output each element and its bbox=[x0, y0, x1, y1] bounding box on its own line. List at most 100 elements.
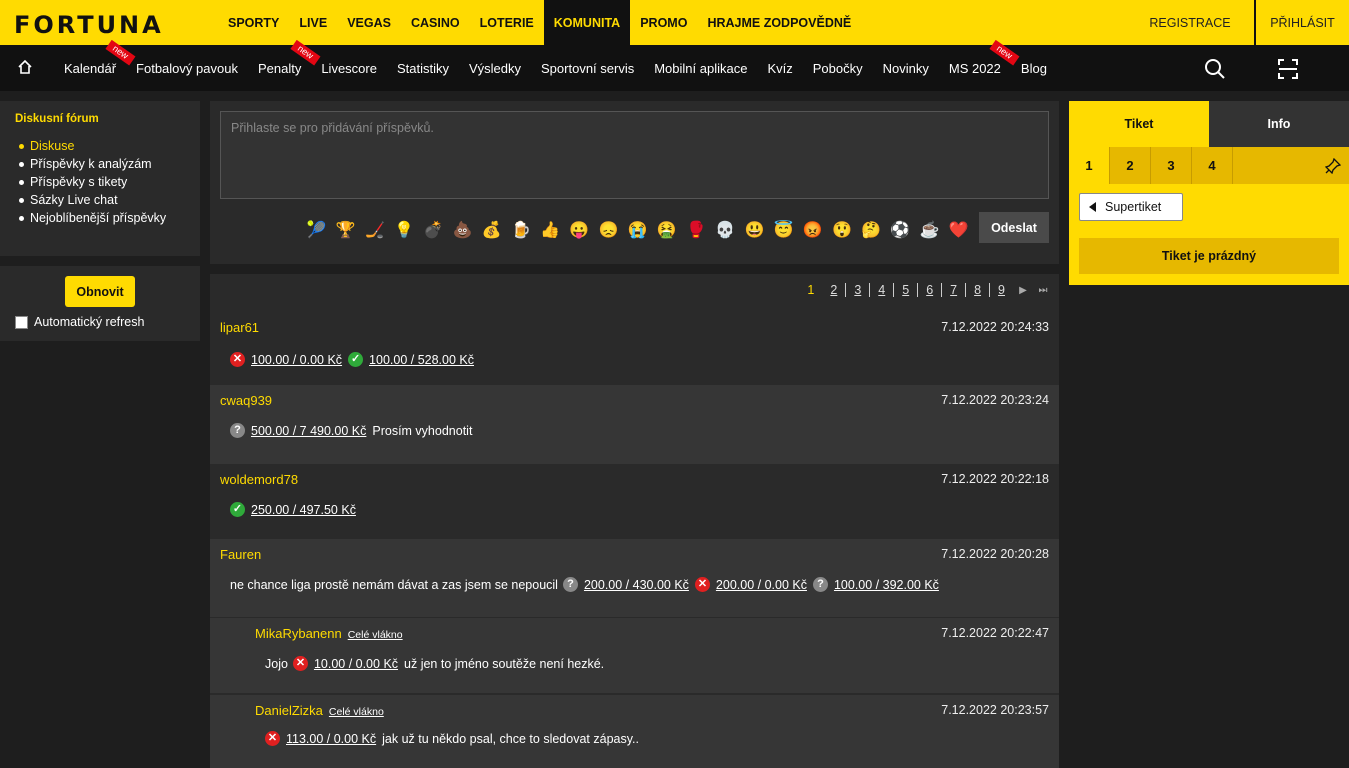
page-5[interactable]: 5 bbox=[894, 283, 919, 297]
ticket-slot-3[interactable]: 3 bbox=[1151, 147, 1192, 184]
search-icon[interactable] bbox=[1203, 57, 1227, 81]
forum-item-analyzy[interactable]: Příspěvky k analýzám bbox=[15, 155, 185, 173]
nav-vegas[interactable]: VEGAS bbox=[337, 0, 401, 45]
nav-casino[interactable]: CASINO bbox=[401, 0, 470, 45]
subnav-kalendar[interactable]: Kalendář new bbox=[54, 39, 135, 91]
emoji-tongue[interactable]: 😛 bbox=[565, 221, 594, 241]
ticket-slot-4[interactable]: 4 bbox=[1192, 147, 1233, 184]
page-4[interactable]: 4 bbox=[870, 283, 895, 297]
emoji-smile[interactable]: 😃 bbox=[740, 221, 769, 241]
emoji-vomit[interactable]: 🤮 bbox=[652, 221, 681, 241]
subnav-mobilni-aplikace[interactable]: Mobilní aplikace bbox=[644, 45, 757, 91]
ticket-link[interactable]: 200.00 / 430.00 Kč bbox=[584, 578, 689, 592]
ticket-link[interactable]: 100.00 / 528.00 Kč bbox=[369, 353, 474, 367]
subnav-ms-2022[interactable]: MS 2022 new bbox=[939, 39, 1020, 91]
page-6[interactable]: 6 bbox=[918, 283, 943, 297]
pin-icon[interactable] bbox=[1325, 158, 1341, 174]
post-username: MikaRybanenn Celé vlákno bbox=[255, 626, 403, 641]
login-button[interactable]: PŘIHLÁSIT bbox=[1254, 0, 1349, 45]
ticket-link[interactable]: 500.00 / 7 490.00 Kč bbox=[251, 424, 366, 438]
nav-komunita[interactable]: KOMUNITA bbox=[543, 0, 631, 45]
nav-live[interactable]: LIVE bbox=[289, 0, 337, 45]
post: woldemord78 7.12.2022 20:22:18 ✓ 250.00 … bbox=[210, 464, 1059, 539]
send-button[interactable]: Odeslat bbox=[979, 212, 1049, 243]
subnav-vysledky[interactable]: Výsledky bbox=[459, 45, 531, 91]
post-composer: 🎾 🏆 🏒 💡 💣 💩 💰 🍺 👍 😛 😞 😭 🤮 🥊 💀 😃 😇 😡 😲 🤔 … bbox=[210, 101, 1059, 264]
subnav-penalty[interactable]: Penalty new bbox=[248, 39, 320, 91]
emoji-bomb[interactable]: 💣 bbox=[419, 221, 448, 241]
nav-hrajme-zodpovedne[interactable]: HRAJME ZODPOVĚDNĚ bbox=[697, 0, 861, 45]
emoji-angry[interactable]: 😡 bbox=[798, 221, 827, 241]
emoji-coffee[interactable]: ☕ bbox=[915, 221, 944, 241]
supertiket-button[interactable]: Supertiket bbox=[1079, 193, 1183, 221]
next-page-icon[interactable]: ▶ bbox=[1013, 285, 1033, 296]
emoji-boxing-glove[interactable]: 🥊 bbox=[681, 221, 710, 241]
ticket-slot-2[interactable]: 2 bbox=[1110, 147, 1151, 184]
auto-refresh-checkbox[interactable] bbox=[15, 316, 28, 329]
reply-username[interactable]: MikaRybanenn bbox=[255, 626, 342, 641]
subnav-statistiky[interactable]: Statistiky bbox=[387, 45, 459, 91]
subnav-novinky[interactable]: Novinky bbox=[873, 45, 939, 91]
post-username[interactable]: Fauren bbox=[220, 547, 261, 562]
nav-sporty[interactable]: SPORTY bbox=[218, 0, 289, 45]
register-button[interactable]: REGISTRACE bbox=[1136, 0, 1244, 45]
emoji-thumbs-up[interactable]: 👍 bbox=[536, 221, 565, 241]
emoji-crying[interactable]: 😭 bbox=[623, 221, 652, 241]
post-username[interactable]: lipar61 bbox=[220, 320, 259, 335]
ticket-link[interactable]: 200.00 / 0.00 Kč bbox=[716, 578, 807, 592]
emoji-thinking[interactable]: 🤔 bbox=[857, 221, 886, 241]
emoji-beer[interactable]: 🍺 bbox=[506, 221, 535, 241]
main-nav: SPORTY LIVE VEGAS CASINO LOTERIE KOMUNIT… bbox=[218, 0, 861, 45]
ticket-link[interactable]: 113.00 / 0.00 Kč bbox=[286, 732, 376, 746]
ticket-link[interactable]: 100.00 / 0.00 Kč bbox=[251, 353, 342, 367]
ticket-slot-1[interactable]: 1 bbox=[1069, 147, 1110, 184]
ticket-link[interactable]: 100.00 / 392.00 Kč bbox=[834, 578, 939, 592]
emoji-money-bag[interactable]: 💰 bbox=[477, 221, 506, 241]
full-thread-link[interactable]: Celé vlákno bbox=[348, 629, 403, 641]
subnav-label: Penalty bbox=[257, 60, 302, 76]
last-page-icon[interactable]: ⏭ bbox=[1033, 285, 1053, 296]
forum-item-live-chat[interactable]: Sázky Live chat bbox=[15, 191, 185, 209]
refresh-button[interactable]: Obnovit bbox=[65, 276, 135, 307]
page-2[interactable]: 2 bbox=[822, 283, 847, 297]
emoji-bulb[interactable]: 💡 bbox=[390, 221, 419, 241]
fortuna-logo[interactable]: FORTUNA bbox=[14, 11, 164, 39]
nav-promo[interactable]: PROMO bbox=[630, 0, 697, 45]
forum-item-nejoblibenejsi[interactable]: Nejoblíbenější příspěvky bbox=[15, 209, 185, 227]
emoji-poop[interactable]: 💩 bbox=[448, 221, 477, 241]
emoji-halo[interactable]: 😇 bbox=[769, 221, 798, 241]
nav-loterie[interactable]: LOTERIE bbox=[470, 0, 544, 45]
subnav-sportovni-servis[interactable]: Sportovní servis bbox=[531, 45, 644, 91]
page-7[interactable]: 7 bbox=[942, 283, 967, 297]
post-username[interactable]: woldemord78 bbox=[220, 472, 298, 487]
emoji-trophy[interactable]: 🏆 bbox=[331, 221, 360, 241]
emoji-heart[interactable]: ❤️ bbox=[944, 221, 973, 241]
tab-tiket[interactable]: Tiket bbox=[1069, 101, 1209, 147]
emoji-disappointed[interactable]: 😞 bbox=[594, 221, 623, 241]
ticket-link[interactable]: 10.00 / 0.00 Kč bbox=[314, 657, 398, 671]
subnav-fotbalovy-pavouk[interactable]: Fotbalový pavouk bbox=[126, 45, 248, 91]
full-thread-link[interactable]: Celé vlákno bbox=[329, 706, 384, 718]
home-icon[interactable] bbox=[17, 59, 33, 75]
page-9[interactable]: 9 bbox=[990, 283, 1013, 297]
forum-item-tikety[interactable]: Příspěvky s tikety bbox=[15, 173, 185, 191]
post-username[interactable]: cwaq939 bbox=[220, 393, 272, 408]
page-1[interactable]: 1 bbox=[799, 283, 822, 297]
subnav-pobocky[interactable]: Pobočky bbox=[803, 45, 873, 91]
page-3[interactable]: 3 bbox=[846, 283, 871, 297]
emoji-football[interactable]: ⚽ bbox=[886, 221, 915, 241]
tab-info[interactable]: Info bbox=[1209, 101, 1349, 147]
reply-username[interactable]: DanielZizka bbox=[255, 703, 323, 718]
subnav-livescore[interactable]: Livescore bbox=[311, 45, 387, 91]
scan-ticket-icon[interactable] bbox=[1276, 57, 1300, 81]
subnav-kviz[interactable]: Kvíz bbox=[757, 45, 802, 91]
subnav-blog[interactable]: Blog bbox=[1011, 45, 1057, 91]
emoji-hockey[interactable]: 🏒 bbox=[360, 221, 389, 241]
forum-item-diskuse[interactable]: Diskuse bbox=[15, 137, 185, 155]
page-8[interactable]: 8 bbox=[966, 283, 991, 297]
emoji-astonished[interactable]: 😲 bbox=[827, 221, 856, 241]
ticket-link[interactable]: 250.00 / 497.50 Kč bbox=[251, 503, 356, 517]
emoji-skull[interactable]: 💀 bbox=[711, 221, 740, 241]
emoji-tennis[interactable]: 🎾 bbox=[302, 221, 331, 241]
post-input[interactable] bbox=[220, 111, 1049, 199]
